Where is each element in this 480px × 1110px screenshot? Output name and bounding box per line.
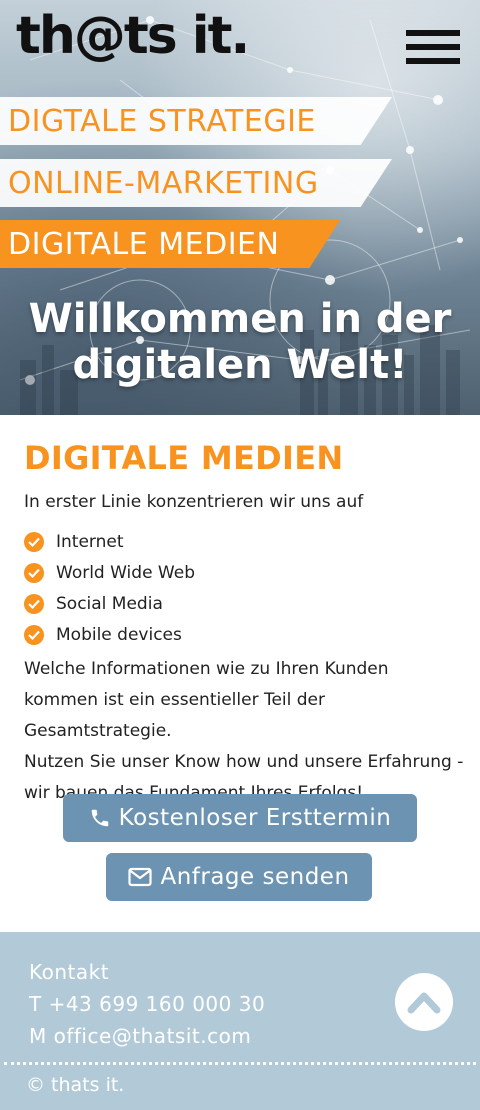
send-request-label: Anfrage senden — [160, 864, 350, 890]
contact-phone[interactable]: T +43 699 160 000 30 — [29, 992, 265, 1016]
hero-banner: th@ts it. DIGTALE STRATEGIE ONLINE-MARKE… — [0, 0, 480, 415]
hero-band-marketing: ONLINE-MARKETING — [0, 159, 392, 207]
hero-welcome-heading: Willkommen in der digitalen Welt! — [0, 296, 480, 388]
welcome-line-1: Willkommen in der — [28, 296, 452, 342]
main-content: DIGITALE MEDIEN In erster Linie konzentr… — [24, 438, 464, 809]
envelope-icon — [128, 867, 153, 887]
free-appointment-button[interactable]: Kostenloser Ersttermin — [63, 794, 417, 842]
contact-heading: Kontakt — [29, 960, 110, 984]
hero-band-media: DIGITALE MEDIEN — [0, 220, 340, 268]
footer: Kontakt T +43 699 160 000 30 M office@th… — [0, 932, 480, 1110]
logo[interactable]: th@ts it. — [16, 10, 250, 62]
hamburger-menu-icon[interactable] — [406, 30, 460, 64]
check-circle-icon — [24, 562, 44, 583]
section-title: DIGITALE MEDIEN — [24, 439, 344, 477]
list-item: Internet — [24, 526, 464, 557]
list-item-label: Internet — [56, 531, 124, 552]
free-appointment-label: Kostenloser Ersttermin — [118, 805, 392, 831]
welcome-line-2: digitalen Welt! — [72, 342, 408, 388]
copyright: © thats it. — [26, 1074, 125, 1096]
hero-band-strategy: DIGTALE STRATEGIE — [0, 97, 392, 145]
focus-list: Internet World Wide Web Social Media Mob… — [24, 526, 464, 650]
chevron-up-icon — [407, 992, 441, 1014]
list-item-label: Mobile devices — [56, 624, 182, 645]
list-item-label: World Wide Web — [56, 562, 195, 583]
intro-text: In erster Linie konzentrieren wir uns au… — [24, 492, 364, 512]
contact-email[interactable]: M office@thatsit.com — [29, 1024, 251, 1048]
footer-divider — [4, 1062, 476, 1065]
list-item: Social Media — [24, 588, 464, 619]
list-item: Mobile devices — [24, 619, 464, 650]
list-item-label: Social Media — [56, 593, 163, 614]
paragraph-info: Welche Informationen wie zu Ihren Kunden… — [24, 659, 389, 741]
phone-icon — [89, 807, 111, 829]
check-circle-icon — [24, 531, 44, 552]
check-circle-icon — [24, 593, 44, 614]
list-item: World Wide Web — [24, 557, 464, 588]
scroll-to-top-button[interactable] — [395, 973, 453, 1031]
send-request-button[interactable]: Anfrage senden — [106, 853, 372, 901]
check-circle-icon — [24, 624, 44, 645]
